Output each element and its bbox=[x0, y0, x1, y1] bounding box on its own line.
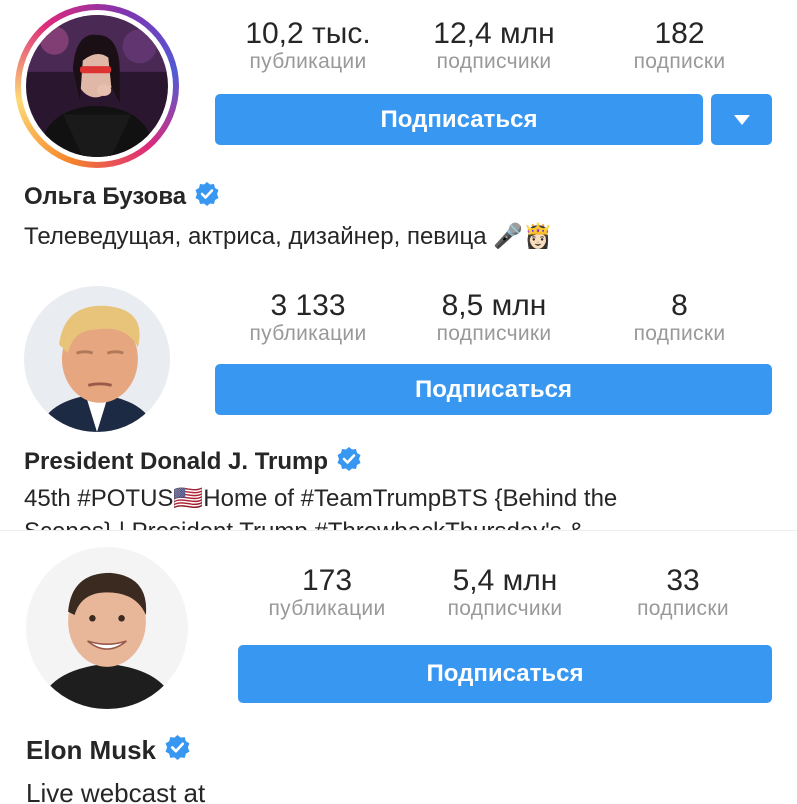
suggested-dropdown-button[interactable] bbox=[711, 94, 772, 145]
follow-button[interactable]: Подписаться bbox=[215, 94, 703, 145]
profile-name: President Donald J. Trump bbox=[24, 447, 329, 475]
stat-posts[interactable]: 10,2 тыс. публикации bbox=[215, 18, 401, 74]
profile-buzova: 10,2 тыс. публикации 12,4 млн подписчики… bbox=[0, 0, 797, 268]
posts-label: публикации bbox=[249, 50, 367, 73]
verified-badge-icon bbox=[336, 446, 362, 477]
following-count: 182 bbox=[654, 17, 705, 50]
stats-row: 3 133 публикации 8,5 млн подписчики 8 по… bbox=[215, 290, 772, 346]
chevron-down-icon bbox=[733, 114, 750, 125]
profile-bio: Live webcast at bbox=[26, 778, 206, 804]
profile-name: Ольга Бузова bbox=[24, 182, 187, 210]
posts-label: публикации bbox=[249, 322, 367, 345]
avatar bbox=[26, 15, 168, 157]
profile-bio-line-1: 45th #POTUS🇺🇸Home of #TeamTrumpBTS {Behi… bbox=[24, 485, 618, 512]
followers-count: 12,4 млн bbox=[433, 17, 555, 50]
following-label: подписки bbox=[637, 597, 729, 620]
followers-count: 5,4 млн bbox=[452, 564, 558, 597]
profile-bio-line-2: Scenes} | President Trump #ThrowbackThur… bbox=[24, 515, 584, 530]
posts-count: 3 133 bbox=[270, 289, 346, 322]
verified-badge-icon bbox=[164, 734, 191, 766]
verified-badge-icon bbox=[194, 181, 220, 212]
profile-name: Elon Musk bbox=[26, 734, 157, 765]
stat-posts[interactable]: 173 публикации bbox=[238, 565, 416, 621]
followers-label: подписчики bbox=[436, 322, 552, 345]
following-count: 8 bbox=[671, 289, 688, 322]
stat-followers[interactable]: 8,5 млн подписчики bbox=[401, 290, 587, 346]
following-label: подписки bbox=[633, 50, 726, 73]
follow-button[interactable]: Подписаться bbox=[238, 645, 772, 703]
following-count: 33 bbox=[666, 564, 700, 597]
stat-followers[interactable]: 5,4 млн подписчики bbox=[416, 565, 594, 621]
profile-musk: 173 публикации 5,4 млн подписчики 33 под… bbox=[0, 530, 797, 804]
stats-row: 10,2 тыс. публикации 12,4 млн подписчики… bbox=[215, 18, 772, 74]
posts-label: публикации bbox=[268, 597, 386, 620]
avatar-story-ring[interactable] bbox=[15, 4, 179, 168]
avatar[interactable] bbox=[24, 286, 170, 432]
stat-posts[interactable]: 3 133 публикации bbox=[215, 290, 401, 346]
stat-following[interactable]: 182 подписки bbox=[587, 18, 772, 74]
followers-count: 8,5 млн bbox=[441, 289, 547, 322]
following-label: подписки bbox=[633, 322, 726, 345]
profile-name-row: Ольга Бузова bbox=[24, 181, 220, 212]
profile-trump: 3 133 публикации 8,5 млн подписчики 8 по… bbox=[0, 268, 797, 530]
followers-label: подписчики bbox=[447, 597, 563, 620]
stat-following[interactable]: 33 подписки bbox=[594, 565, 772, 621]
stats-row: 173 публикации 5,4 млн подписчики 33 под… bbox=[238, 565, 772, 621]
posts-count: 10,2 тыс. bbox=[245, 17, 371, 50]
follow-button[interactable]: Подписаться bbox=[215, 364, 772, 415]
posts-count: 173 bbox=[301, 564, 353, 597]
profile-name-row: Elon Musk bbox=[26, 734, 191, 766]
followers-label: подписчики bbox=[436, 50, 552, 73]
stat-followers[interactable]: 12,4 млн подписчики bbox=[401, 18, 587, 74]
stat-following[interactable]: 8 подписки bbox=[587, 290, 772, 346]
profile-bio: Телеведущая, актриса, дизайнер, певица 🎤… bbox=[24, 223, 553, 250]
avatar[interactable] bbox=[26, 547, 188, 709]
profile-name-row: President Donald J. Trump bbox=[24, 446, 362, 477]
